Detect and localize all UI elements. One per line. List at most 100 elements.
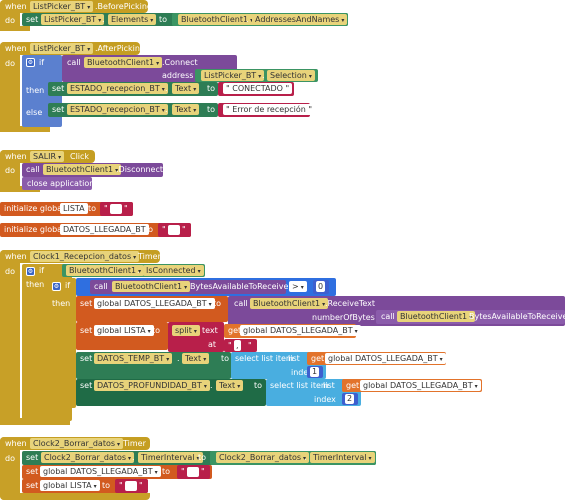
text-value[interactable] bbox=[125, 481, 137, 491]
component-dropdown[interactable]: Clock2_Borrar_datos ▾ bbox=[41, 452, 135, 463]
property-getter-block[interactable]: BluetoothClient1 ▾ . IsConnected ▾ bbox=[62, 264, 205, 277]
component-dropdown[interactable]: ListPicker_BT ▾ bbox=[201, 70, 265, 81]
property-dropdown[interactable]: TimerInterval ▾ bbox=[138, 452, 203, 463]
set-global-block[interactable]: set global DATOS_LLEGADA_BT ▾ to bbox=[76, 296, 228, 322]
to-label: to bbox=[221, 354, 230, 363]
variable-name[interactable]: LISTA bbox=[60, 203, 88, 214]
text-block[interactable]: " , " bbox=[224, 339, 257, 352]
init-global-lista-block[interactable]: initialize global LISTA to " " bbox=[0, 202, 133, 216]
call-label: call bbox=[381, 312, 395, 321]
set-global-block[interactable]: set global LISTA ▾ to bbox=[76, 322, 168, 350]
bytes-available-getter[interactable]: call BluetoothClient1 ▾ BytesAvailableToR… bbox=[376, 310, 565, 324]
component-dropdown[interactable]: DATOS_PROFUNDIDAD_BT ▾ bbox=[94, 380, 210, 391]
number-block[interactable]: 2 bbox=[342, 393, 358, 405]
text-value[interactable] bbox=[187, 467, 199, 477]
variable-dropdown[interactable]: global DATOS_LLEGADA_BT ▾ bbox=[240, 325, 361, 336]
variable-dropdown[interactable]: global DATOS_LLEGADA_BT ▾ bbox=[325, 353, 446, 364]
gear-icon[interactable]: ⚙ bbox=[26, 267, 35, 276]
component-dropdown[interactable]: BluetoothClient1▾ bbox=[84, 57, 163, 68]
set-property-block[interactable]: set ESTADO_recepcion_BT ▾ . Text ▾ to bbox=[48, 82, 218, 96]
number-block[interactable]: 1 bbox=[307, 366, 323, 378]
text-block[interactable]: " " bbox=[100, 202, 133, 216]
init-global-datos-block[interactable]: initialize global DATOS_LLEGADA_BT to " … bbox=[0, 223, 191, 237]
property-dropdown[interactable]: TimerInterval ▾ bbox=[310, 452, 375, 463]
component-dropdown[interactable]: ESTADO_recepcion_BT ▾ bbox=[67, 83, 168, 94]
component-dropdown[interactable]: BluetoothClient1▾ bbox=[397, 311, 476, 322]
text-block[interactable]: " " bbox=[158, 223, 191, 237]
property-dropdown[interactable]: Text ▾ bbox=[216, 380, 244, 391]
component-dropdown[interactable]: BluetoothClient1▾ bbox=[250, 298, 329, 309]
number-value[interactable]: 1 bbox=[310, 367, 320, 377]
when-label: when bbox=[5, 2, 27, 11]
property-getter-block[interactable]: Clock2_Borrar_datos ▾ . TimerInterval ▾ bbox=[210, 451, 376, 465]
do-label: do bbox=[5, 166, 15, 175]
number-block[interactable]: 0 bbox=[313, 280, 329, 294]
component-dropdown[interactable]: Clock1_Recepcion_datos ▾ bbox=[30, 251, 140, 262]
component-dropdown[interactable]: SALIR ▾ bbox=[30, 151, 65, 162]
set-property-block[interactable]: set DATOS_TEMP_BT ▾ . Text ▾ to bbox=[76, 352, 231, 379]
property-dropdown[interactable]: Selection ▾ bbox=[267, 70, 315, 81]
component-dropdown[interactable]: ESTADO_recepcion_BT ▾ bbox=[67, 104, 168, 115]
property-dropdown[interactable]: Text ▾ bbox=[172, 104, 200, 115]
quote-right: " bbox=[201, 467, 205, 476]
property-getter-block[interactable]: ListPicker_BT ▾ . Selection ▾ bbox=[195, 69, 318, 82]
split-block[interactable]: split ▾ text at bbox=[168, 322, 224, 352]
component-dropdown[interactable]: BluetoothClient1▾ bbox=[178, 14, 257, 25]
variable-dropdown[interactable]: global LISTA ▾ bbox=[40, 480, 100, 491]
bytes-available-getter[interactable]: call BluetoothClient1 ▾ BytesAvailableToR… bbox=[90, 280, 288, 294]
set-property-block[interactable]: set ListPicker_BT ▾ . Elements ▾ to Blueto… bbox=[22, 13, 348, 26]
variable-dropdown[interactable]: global DATOS_LLEGADA_BT ▾ bbox=[94, 298, 215, 309]
text-block[interactable]: " Error de recepción " bbox=[218, 103, 316, 117]
set-global-block[interactable]: set global DATOS_LLEGADA_BT ▾ to " " bbox=[22, 465, 212, 479]
text-value[interactable] bbox=[168, 225, 180, 235]
number-value[interactable]: 2 bbox=[345, 394, 355, 404]
component-dropdown[interactable]: Clock2_Borrar_datos ▾ bbox=[30, 438, 124, 449]
property-dropdown[interactable]: Elements ▾ bbox=[108, 14, 157, 25]
gear-icon[interactable]: ⚙ bbox=[26, 58, 35, 67]
text-value[interactable]: " Error de recepción " bbox=[223, 104, 316, 115]
compare-block[interactable]: call BluetoothClient1 ▾ BytesAvailableToR… bbox=[76, 278, 336, 296]
component-dropdown[interactable]: BluetoothClient1▾ bbox=[66, 265, 145, 276]
variable-name[interactable]: DATOS_LLEGADA_BT bbox=[60, 224, 149, 235]
set-property-block[interactable]: set ESTADO_recepcion_BT ▾ . Text ▾ to bbox=[48, 103, 218, 117]
text-value[interactable]: " CONECTADO " bbox=[223, 83, 293, 94]
split-dropdown[interactable]: split ▾ bbox=[172, 325, 200, 336]
get-label: get bbox=[346, 381, 360, 390]
text-block[interactable]: " " bbox=[177, 465, 210, 479]
set-property-block[interactable]: set DATOS_PROFUNDIDAD_BT ▾ . Text ▾ to bbox=[76, 379, 266, 406]
if-block-inner[interactable]: ⚙ if then bbox=[48, 278, 76, 408]
variable-dropdown[interactable]: global DATOS_LLEGADA_BT ▾ bbox=[40, 466, 161, 477]
property-dropdown[interactable]: IsConnected ▾ bbox=[143, 265, 204, 276]
call-receive-text-block[interactable]: call BluetoothClient1 ▾ .ReceiveText numb… bbox=[228, 296, 565, 326]
text-value[interactable]: , bbox=[234, 340, 241, 351]
event-footer bbox=[0, 493, 150, 500]
set-property-block[interactable]: set Clock2_Borrar_datos ▾ . TimerInterval… bbox=[22, 451, 376, 465]
operator-dropdown[interactable]: > ▾ bbox=[289, 281, 307, 292]
component-dropdown[interactable]: ListPicker_BT ▾ bbox=[41, 14, 105, 25]
text-block[interactable]: " CONECTADO " bbox=[218, 82, 294, 96]
close-application-block[interactable]: close application bbox=[22, 177, 94, 190]
component-dropdown[interactable]: ListPicker_BT ▾ bbox=[30, 43, 94, 54]
variable-dropdown[interactable]: global DATOS_LLEGADA_BT ▾ bbox=[360, 380, 481, 391]
get-variable-block[interactable]: get global DATOS_LLEGADA_BT ▾ bbox=[224, 324, 361, 338]
variable-dropdown[interactable]: global LISTA ▾ bbox=[94, 325, 154, 336]
call-disconnect-block[interactable]: call BluetoothClient1 ▾ .Disconnect bbox=[22, 163, 163, 177]
property-dropdown[interactable]: AddressesAndNames ▾ bbox=[252, 14, 348, 25]
property-dropdown[interactable]: Text ▾ bbox=[182, 353, 210, 364]
to-label: to bbox=[207, 84, 216, 93]
component-dropdown[interactable]: DATOS_TEMP_BT ▾ bbox=[94, 353, 173, 364]
number-value[interactable]: 0 bbox=[316, 281, 326, 292]
component-dropdown[interactable]: ListPicker_BT ▾ bbox=[30, 1, 94, 12]
component-dropdown[interactable]: BluetoothClient1▾ bbox=[43, 164, 122, 175]
get-variable-block[interactable]: get global DATOS_LLEGADA_BT ▾ bbox=[307, 352, 446, 365]
gear-icon[interactable]: ⚙ bbox=[52, 282, 61, 291]
text-value[interactable] bbox=[110, 204, 122, 214]
call-label: call bbox=[234, 299, 248, 308]
component-dropdown[interactable]: Clock2_Borrar_datos ▾ bbox=[216, 452, 310, 463]
component-dropdown[interactable]: BluetoothClient1▾ bbox=[112, 281, 191, 292]
property-getter-block[interactable]: BluetoothClient1▾ . AddressesAndNames▾ bbox=[172, 13, 348, 26]
get-variable-block[interactable]: get global DATOS_LLEGADA_BT ▾ bbox=[342, 379, 482, 392]
set-global-block[interactable]: set global LISTA ▾ to " " bbox=[22, 479, 148, 493]
property-dropdown[interactable]: Text ▾ bbox=[172, 83, 200, 94]
text-block[interactable]: " " bbox=[115, 479, 148, 493]
